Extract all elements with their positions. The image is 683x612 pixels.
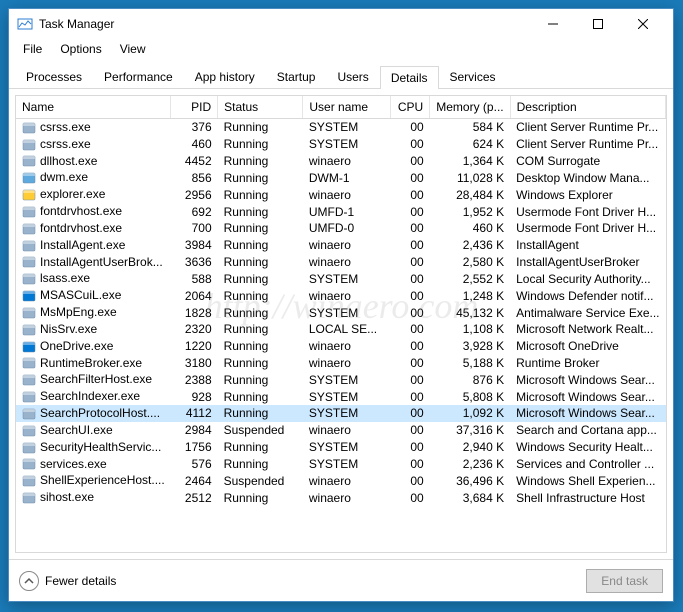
task-manager-window: Task Manager FileOptionsView ProcessesPe…	[8, 8, 674, 602]
maximize-button[interactable]	[575, 10, 620, 39]
process-icon	[22, 289, 36, 303]
window-title: Task Manager	[39, 17, 530, 31]
tab-startup[interactable]: Startup	[266, 65, 327, 88]
process-icon	[22, 255, 36, 269]
menu-options[interactable]: Options	[52, 40, 109, 58]
table-row[interactable]: lsass.exe588RunningSYSTEM002,552 KLocal …	[16, 270, 666, 287]
end-task-button[interactable]: End task	[586, 569, 663, 593]
table-row[interactable]: explorer.exe2956Runningwinaero0028,484 K…	[16, 186, 666, 203]
table-row[interactable]: dllhost.exe4452Runningwinaero001,364 KCO…	[16, 153, 666, 170]
table-row[interactable]: dwm.exe856RunningDWM-10011,028 KDesktop …	[16, 169, 666, 186]
process-icon	[22, 340, 36, 354]
process-table-wrap[interactable]: NamePIDStatusUser nameCPUMemory (p...Des…	[15, 95, 667, 553]
tab-details[interactable]: Details	[380, 66, 439, 89]
table-row[interactable]: OneDrive.exe1220Runningwinaero003,928 KM…	[16, 338, 666, 355]
process-icon	[22, 205, 36, 219]
process-icon	[22, 306, 36, 320]
tab-processes[interactable]: Processes	[15, 65, 93, 88]
column-header[interactable]: User name	[303, 96, 390, 119]
tab-app-history[interactable]: App history	[184, 65, 266, 88]
process-icon	[22, 239, 36, 253]
column-header[interactable]: Name	[16, 96, 171, 119]
column-header[interactable]: PID	[171, 96, 218, 119]
app-icon	[17, 16, 33, 32]
table-row[interactable]: SecurityHealthServic...1756RunningSYSTEM…	[16, 439, 666, 456]
column-header[interactable]: Status	[218, 96, 303, 119]
process-icon	[22, 356, 36, 370]
process-icon	[22, 457, 36, 471]
process-table: NamePIDStatusUser nameCPUMemory (p...Des…	[16, 96, 666, 506]
table-row[interactable]: SearchIndexer.exe928RunningSYSTEM005,808…	[16, 388, 666, 405]
process-icon	[22, 373, 36, 387]
menubar: FileOptionsView	[9, 39, 673, 59]
process-icon	[22, 272, 36, 286]
minimize-button[interactable]	[530, 10, 575, 39]
fewer-details-label: Fewer details	[45, 574, 116, 588]
process-icon	[22, 171, 36, 185]
process-icon	[22, 154, 36, 168]
table-row[interactable]: MSASCuiL.exe2064Runningwinaero001,248 KW…	[16, 287, 666, 304]
table-row[interactable]: fontdrvhost.exe700RunningUMFD-000460 KUs…	[16, 220, 666, 237]
process-icon	[22, 121, 36, 135]
table-row[interactable]: services.exe576RunningSYSTEM002,236 KSer…	[16, 456, 666, 473]
chevron-up-icon	[19, 571, 39, 591]
process-icon	[22, 491, 36, 505]
process-icon	[22, 441, 36, 455]
table-row[interactable]: InstallAgent.exe3984Runningwinaero002,43…	[16, 237, 666, 254]
column-header-row: NamePIDStatusUser nameCPUMemory (p...Des…	[16, 96, 666, 119]
titlebar[interactable]: Task Manager	[9, 9, 673, 39]
menu-file[interactable]: File	[15, 40, 50, 58]
table-row[interactable]: RuntimeBroker.exe3180Runningwinaero005,1…	[16, 355, 666, 372]
table-row[interactable]: ShellExperienceHost....2464Suspendedwina…	[16, 472, 666, 489]
column-header[interactable]: Memory (p...	[430, 96, 510, 119]
process-icon	[22, 138, 36, 152]
close-button[interactable]	[620, 10, 665, 39]
menu-view[interactable]: View	[112, 40, 154, 58]
table-row[interactable]: SearchProtocolHost....4112RunningSYSTEM0…	[16, 405, 666, 422]
table-row[interactable]: NisSrv.exe2320RunningLOCAL SE...001,108 …	[16, 321, 666, 338]
window-buttons	[530, 10, 665, 39]
table-row[interactable]: MsMpEng.exe1828RunningSYSTEM0045,132 KAn…	[16, 304, 666, 321]
tabs: ProcessesPerformanceApp historyStartupUs…	[9, 61, 673, 89]
tab-users[interactable]: Users	[326, 65, 379, 88]
process-icon	[22, 323, 36, 337]
table-row[interactable]: InstallAgentUserBrok...3636Runningwinaer…	[16, 254, 666, 271]
table-row[interactable]: csrss.exe376RunningSYSTEM00584 KClient S…	[16, 119, 666, 136]
footer: Fewer details End task	[9, 559, 673, 601]
process-icon	[22, 390, 36, 404]
table-row[interactable]: SearchFilterHost.exe2388RunningSYSTEM008…	[16, 371, 666, 388]
process-icon	[22, 188, 36, 202]
table-row[interactable]: SearchUI.exe2984Suspendedwinaero0037,316…	[16, 422, 666, 439]
process-icon	[22, 222, 36, 236]
fewer-details-button[interactable]: Fewer details	[19, 571, 116, 591]
process-icon	[22, 424, 36, 438]
table-row[interactable]: sihost.exe2512Runningwinaero003,684 KShe…	[16, 489, 666, 506]
table-row[interactable]: fontdrvhost.exe692RunningUMFD-1001,952 K…	[16, 203, 666, 220]
tab-services[interactable]: Services	[439, 65, 507, 88]
process-icon	[22, 407, 36, 421]
tab-performance[interactable]: Performance	[93, 65, 184, 88]
column-header[interactable]: Description	[510, 96, 665, 119]
column-header[interactable]: CPU	[390, 96, 430, 119]
table-row[interactable]: csrss.exe460RunningSYSTEM00624 KClient S…	[16, 136, 666, 153]
process-icon	[22, 474, 36, 488]
